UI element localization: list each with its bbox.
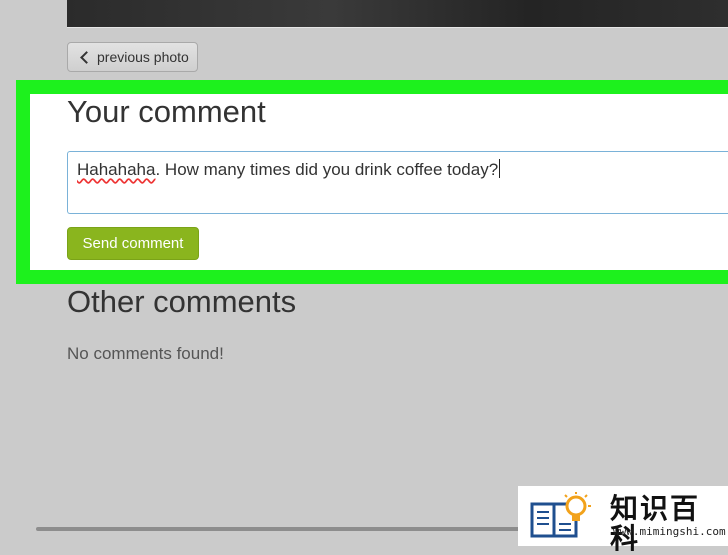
book-lightbulb-icon <box>530 492 591 538</box>
horizontal-scrollbar[interactable] <box>36 527 556 531</box>
comment-text: . How many times did you drink coffee to… <box>155 160 499 179</box>
watermark-title: 知识百科 <box>610 492 701 555</box>
your-comment-heading: Your comment <box>67 94 266 129</box>
chevron-left-icon <box>80 50 93 64</box>
send-comment-button[interactable]: Send comment <box>67 227 199 260</box>
watermark-url: www.mimingshi.com <box>613 525 726 538</box>
misspelled-word: Hahahaha <box>77 160 156 179</box>
no-comments-message: No comments found! <box>67 344 224 363</box>
watermark-logo: 知识百科 www.mimingshi.com <box>518 486 728 554</box>
other-comments-heading: Other comments <box>67 284 297 319</box>
previous-photo-button[interactable]: previous photo <box>67 42 198 72</box>
photo-preview <box>67 0 728 28</box>
previous-photo-label: previous photo <box>97 49 189 65</box>
comment-textarea[interactable]: Hahahaha. How many times did you drink c… <box>67 151 728 214</box>
text-caret <box>499 159 501 178</box>
